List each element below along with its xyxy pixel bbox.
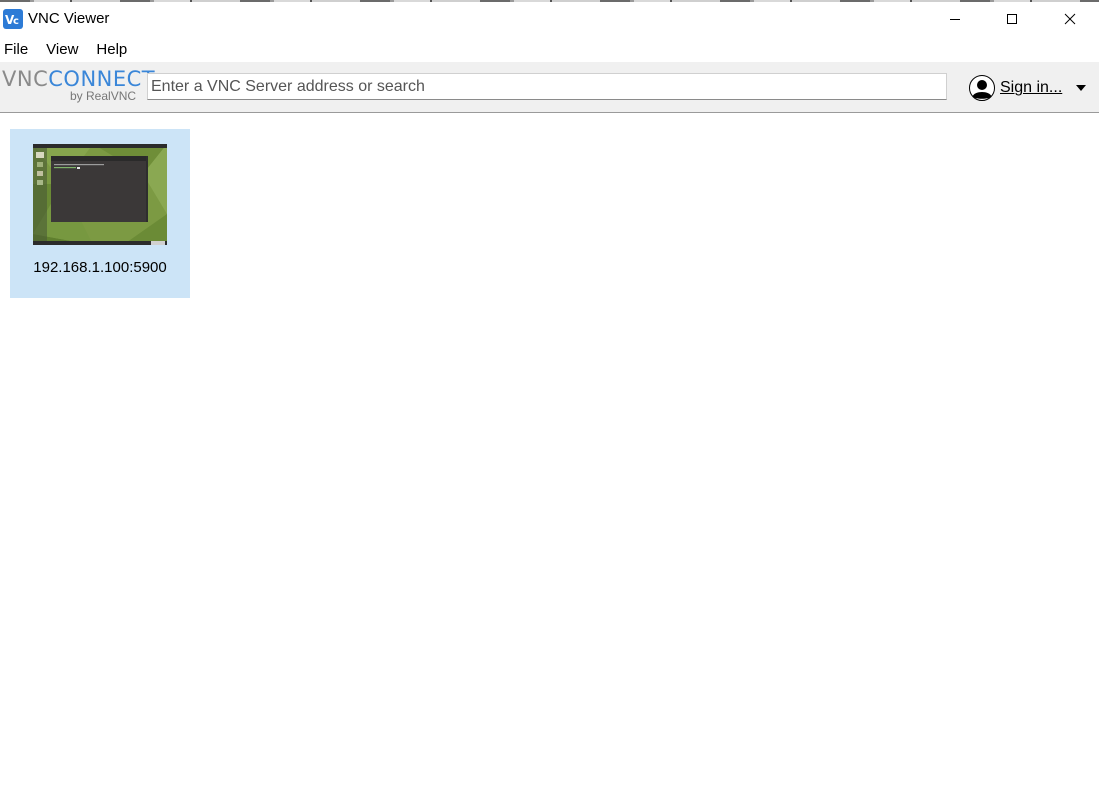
menu-file[interactable]: File — [0, 38, 37, 62]
menu-help[interactable]: Help — [92, 38, 136, 62]
minimize-icon — [950, 19, 960, 20]
logo-byline: by RealVNC — [70, 89, 137, 103]
chevron-down-icon[interactable] — [1075, 84, 1087, 92]
close-icon — [1064, 13, 1076, 25]
close-button[interactable] — [1041, 2, 1099, 36]
sign-in-label: Sign in... — [1000, 79, 1063, 96]
window-title: VNC Viewer — [28, 10, 110, 27]
connection-thumbnail — [33, 144, 167, 245]
logo-connect-text: CONNECT — [48, 67, 156, 91]
title-bar[interactable]: V c VNC Viewer — [0, 2, 1099, 36]
menu-view[interactable]: View — [42, 38, 87, 62]
connection-tile[interactable]: 192.168.1.100:5900 — [10, 129, 190, 298]
sign-in-button[interactable]: Sign in... — [969, 74, 1062, 102]
vnc-app-icon: V c — [3, 9, 23, 29]
vnc-connect-logo: VNCCONNECT by RealVNC — [2, 67, 155, 107]
logo-wordmark: VNCCONNECT — [2, 67, 155, 91]
maximize-icon — [1007, 14, 1017, 24]
address-book-area: 192.168.1.100:5900 — [0, 113, 1099, 788]
user-avatar-icon — [969, 75, 995, 101]
svg-text:c: c — [13, 16, 19, 27]
server-address-search-input[interactable] — [147, 73, 947, 100]
maximize-button[interactable] — [983, 2, 1041, 36]
toolbar: VNCCONNECT by RealVNC Sign in... — [0, 62, 1099, 113]
minimize-button[interactable] — [926, 2, 984, 36]
menu-bar: File View Help — [0, 38, 1099, 62]
logo-vnc-text: VNC — [2, 67, 49, 91]
connection-label: 192.168.1.100:5900 — [33, 259, 167, 276]
vnc-viewer-window: V c VNC Viewer File View Help VNCCONNECT… — [0, 0, 1099, 788]
